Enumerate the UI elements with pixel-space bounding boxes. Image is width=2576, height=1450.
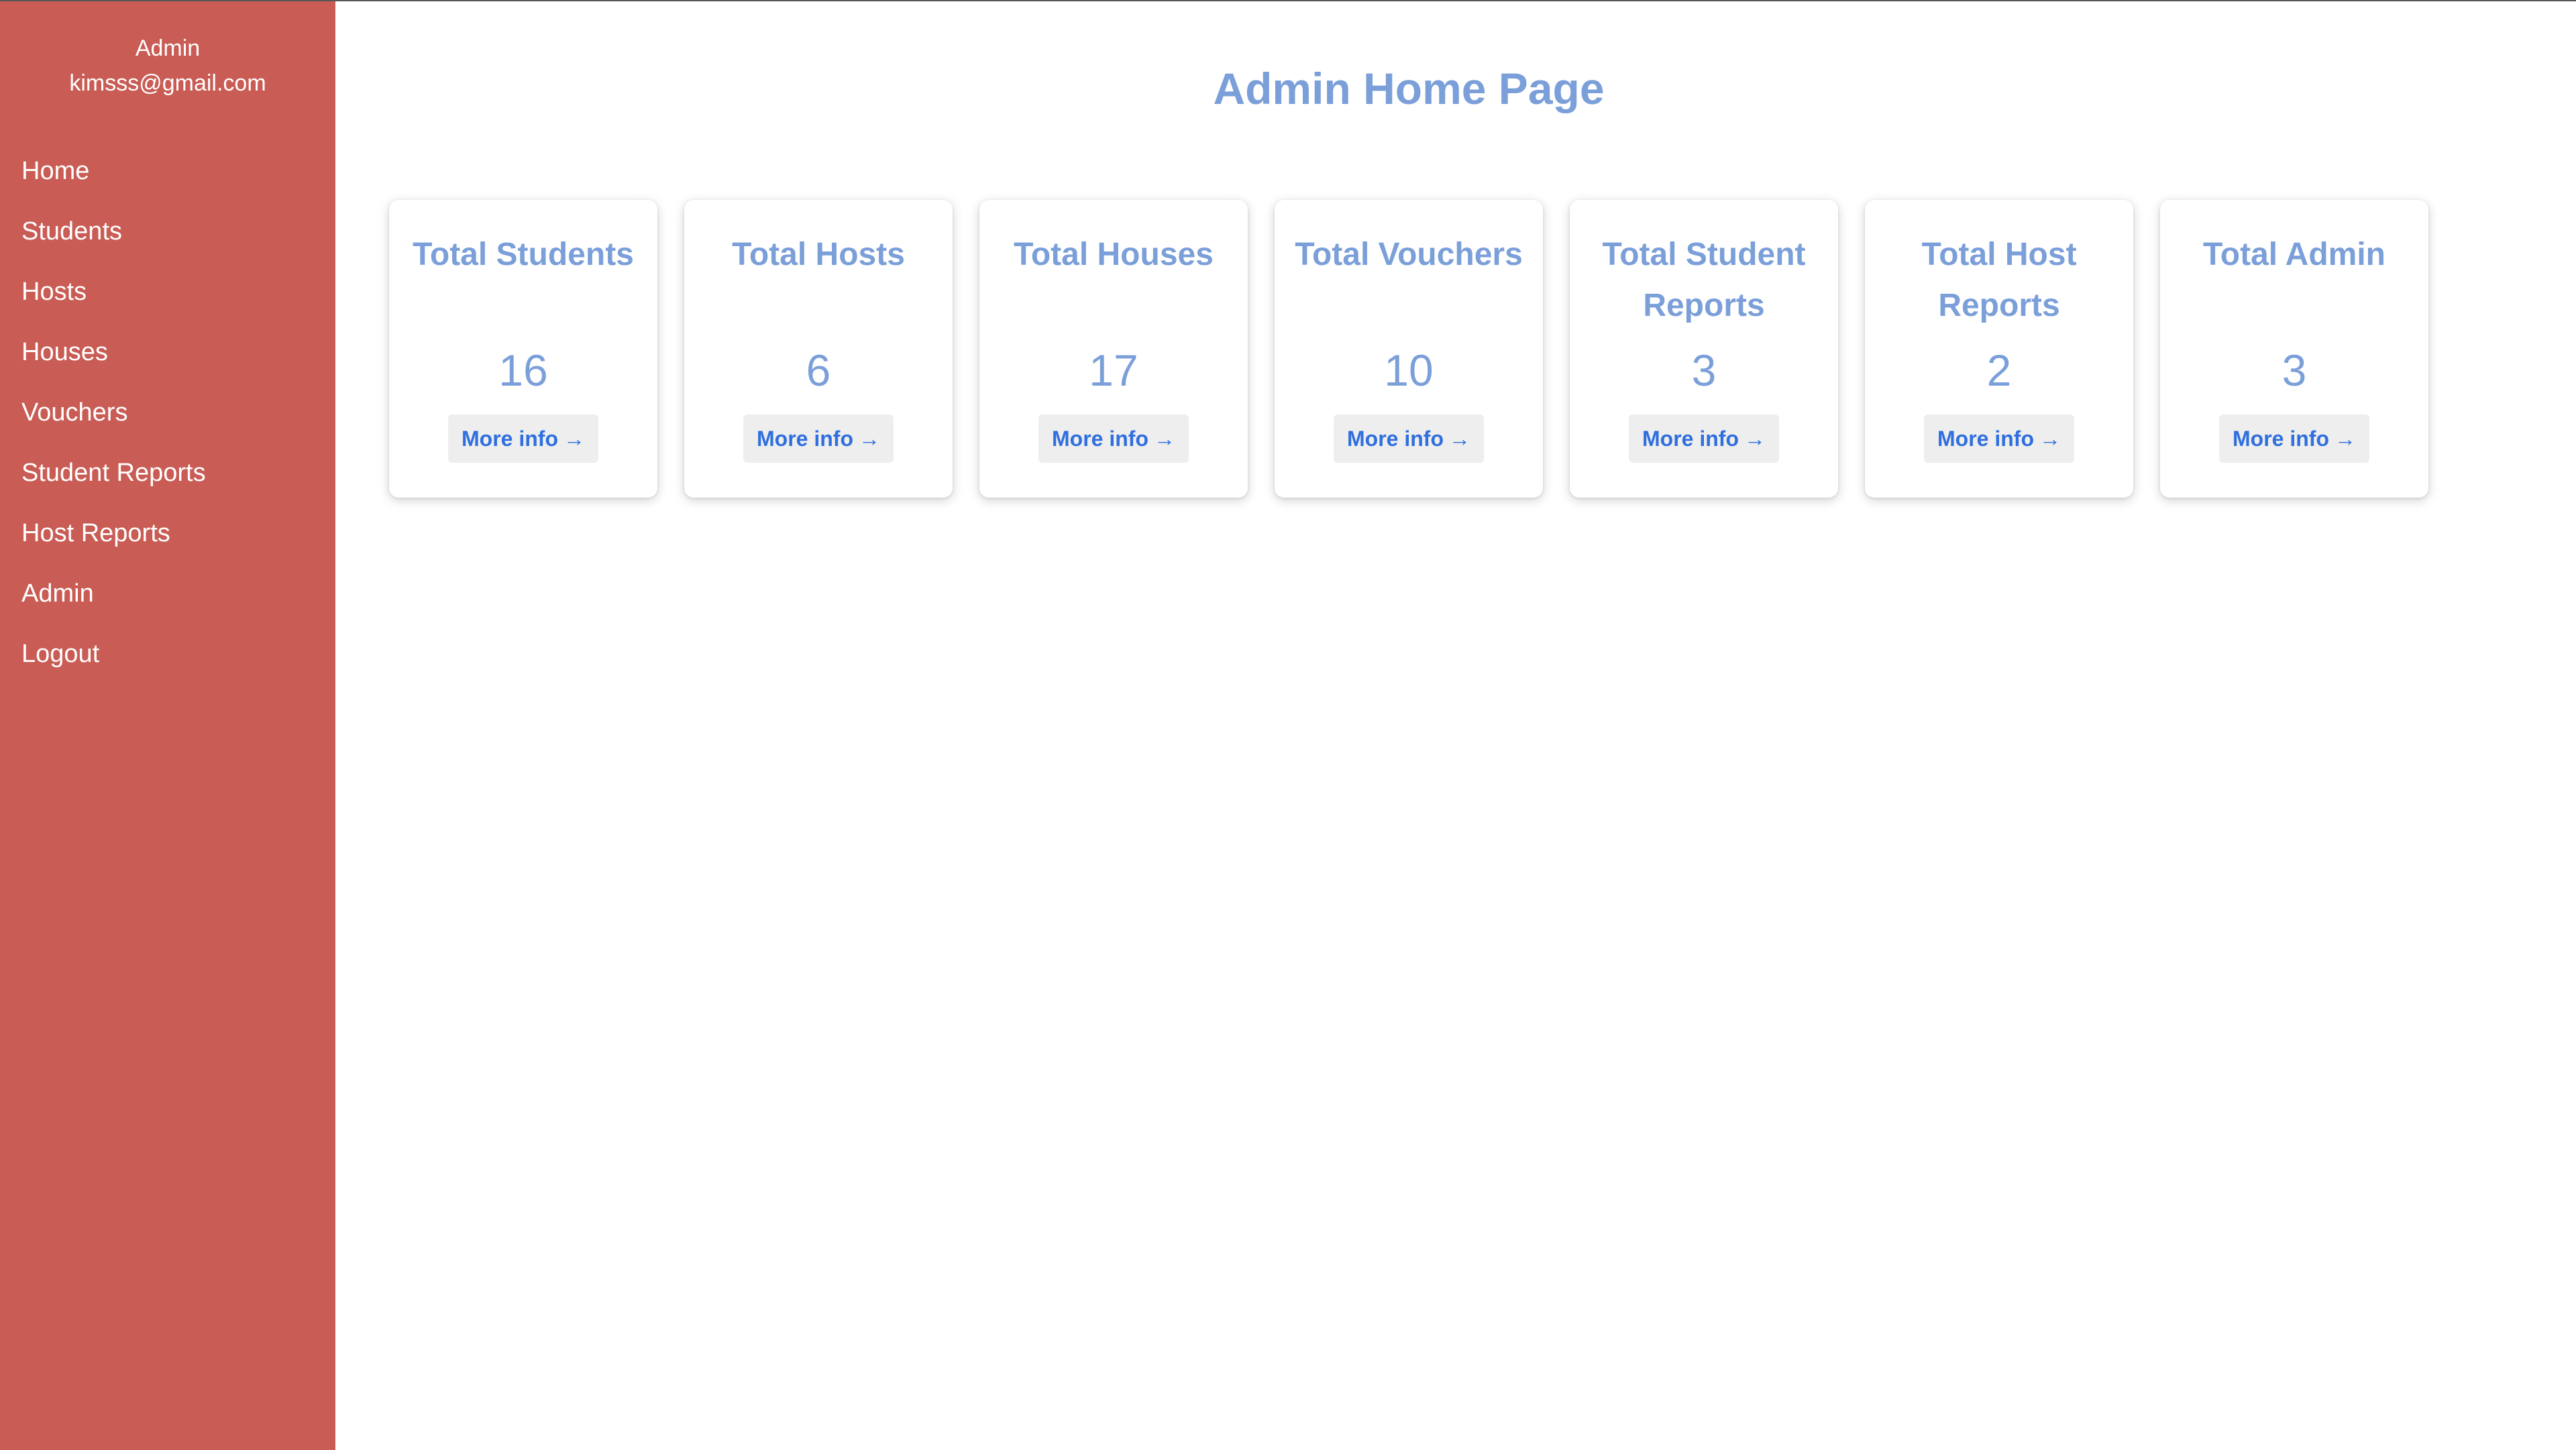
sidebar-item-students[interactable]: Students <box>0 201 335 262</box>
arrow-right-icon: → <box>1743 427 1766 451</box>
more-info-label: More info <box>1642 427 1739 451</box>
card-title: Total Houses <box>1014 237 1214 272</box>
sidebar-item-vouchers[interactable]: Vouchers <box>0 382 335 443</box>
sidebar-item-logout[interactable]: Logout <box>0 624 335 684</box>
card-total-houses: Total Houses 17 More info → <box>979 200 1248 498</box>
card-title: Total Admin <box>2203 237 2385 272</box>
more-info-label: More info <box>1937 427 2034 451</box>
card-total-admin: Total Admin 3 More info → <box>2160 200 2428 498</box>
card-total-student-reports: Total Student Reports 3 More info → <box>1570 200 1838 498</box>
sidebar-nav: Home Students Hosts Houses Vouchers Stud… <box>0 141 335 684</box>
card-total-hosts: Total Hosts 6 More info → <box>684 200 953 498</box>
more-info-label: More info <box>1347 427 1444 451</box>
card-value: 3 <box>2282 345 2307 395</box>
more-info-button[interactable]: More info → <box>2219 414 2369 463</box>
user-role: Admin <box>135 36 201 61</box>
arrow-right-icon: → <box>2039 427 2061 451</box>
card-value: 16 <box>498 345 548 395</box>
more-info-label: More info <box>757 427 853 451</box>
more-info-label: More info <box>2233 427 2329 451</box>
more-info-button[interactable]: More info → <box>1924 414 2074 463</box>
more-info-button[interactable]: More info → <box>743 414 894 463</box>
sidebar: Admin kimsss@gmail.com Home Students Hos… <box>0 1 335 1450</box>
main-content: Admin Home Page Total Students 16 More i… <box>335 1 2576 1450</box>
stats-cards: Total Students 16 More info → Total Hosts… <box>389 200 2428 498</box>
arrow-right-icon: → <box>1448 427 1470 451</box>
card-value: 3 <box>1691 345 1717 395</box>
more-info-button[interactable]: More info → <box>1334 414 1484 463</box>
more-info-button[interactable]: More info → <box>1629 414 1779 463</box>
arrow-right-icon: → <box>858 427 880 451</box>
card-title: Total Student Reports <box>1602 237 1806 323</box>
card-total-host-reports: Total Host Reports 2 More info → <box>1865 200 2133 498</box>
more-info-button[interactable]: More info → <box>1038 414 1189 463</box>
card-title: Total Students <box>413 237 634 272</box>
arrow-right-icon: → <box>2334 427 2356 451</box>
more-info-label: More info <box>462 427 558 451</box>
card-title: Total Host Reports <box>1921 237 2077 323</box>
arrow-right-icon: → <box>1153 427 1175 451</box>
card-title: Total Hosts <box>732 237 905 272</box>
card-value: 2 <box>1986 345 2012 395</box>
card-value: 17 <box>1089 345 1138 395</box>
more-info-label: More info <box>1052 427 1148 451</box>
more-info-button[interactable]: More info → <box>448 414 598 463</box>
sidebar-item-houses[interactable]: Houses <box>0 322 335 382</box>
card-title: Total Vouchers <box>1295 237 1523 272</box>
card-value: 6 <box>806 345 831 395</box>
sidebar-item-admin[interactable]: Admin <box>0 563 335 624</box>
sidebar-item-home[interactable]: Home <box>0 141 335 201</box>
sidebar-item-hosts[interactable]: Hosts <box>0 262 335 322</box>
card-value: 10 <box>1384 345 1434 395</box>
page-title: Admin Home Page <box>1213 64 1605 113</box>
card-total-vouchers: Total Vouchers 10 More info → <box>1275 200 1543 498</box>
user-email: kimsss@gmail.com <box>69 70 266 96</box>
app-window: Admin kimsss@gmail.com Home Students Hos… <box>0 0 2576 1450</box>
sidebar-item-host-reports[interactable]: Host Reports <box>0 503 335 563</box>
user-info: Admin kimsss@gmail.com <box>0 1 335 101</box>
arrow-right-icon: → <box>563 427 585 451</box>
card-total-students: Total Students 16 More info → <box>389 200 657 498</box>
sidebar-item-student-reports[interactable]: Student Reports <box>0 443 335 503</box>
